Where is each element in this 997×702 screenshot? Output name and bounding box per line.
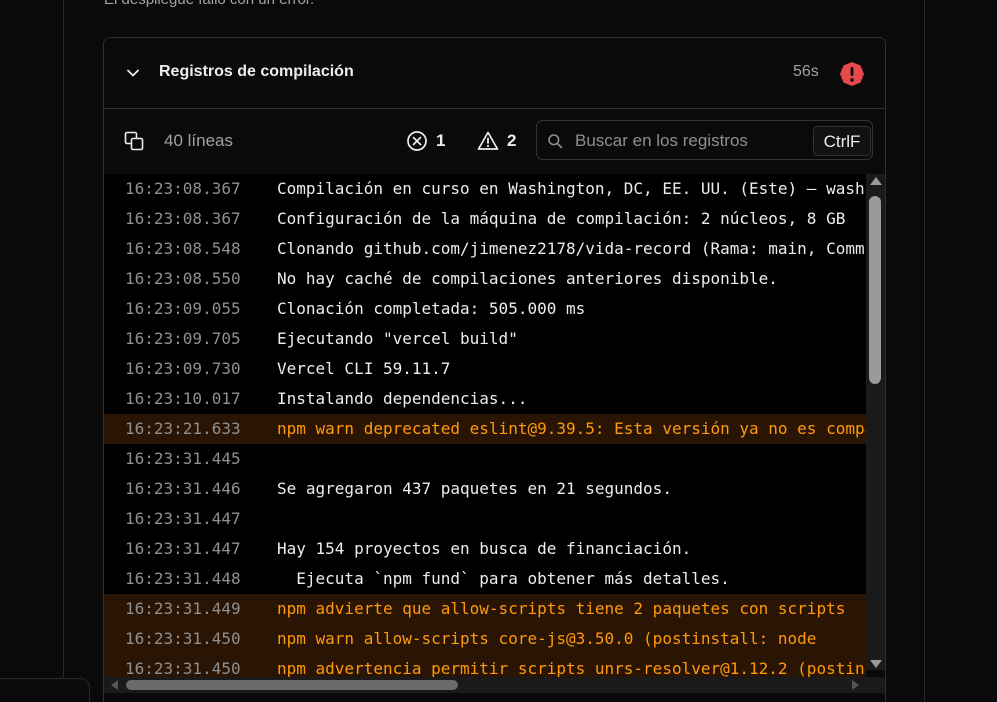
log-timestamp: 16:23:31.448	[125, 569, 241, 588]
scroll-up-arrow-icon[interactable]	[870, 177, 882, 185]
log-line: 16:23:09.730 Vercel CLI 59.11.7	[104, 354, 866, 384]
log-timestamp: 16:23:31.447	[125, 509, 241, 528]
log-line: 16:23:09.055 Clonación completada: 505.00…	[104, 294, 866, 324]
log-message: Vercel CLI 59.11.7	[277, 359, 451, 378]
log-timestamp: 16:23:08.550	[125, 269, 241, 288]
scroll-right-arrow-icon[interactable]	[852, 680, 859, 690]
log-timestamp: 16:23:09.730	[125, 359, 241, 378]
scroll-down-arrow-icon[interactable]	[870, 660, 882, 668]
log-line: 16:23:08.367 Compilación en curso en Wash…	[104, 174, 866, 204]
lines-count: 40 líneas	[164, 131, 233, 150]
log-lines-list: 16:23:08.367 Compilación en curso en Wash…	[104, 174, 866, 680]
errors-count: 1	[436, 131, 446, 150]
log-line: 16:23:08.548 Clonando github.com/jimenez2…	[104, 234, 866, 264]
error-badge-icon	[840, 62, 864, 86]
log-vertical-scrollbar[interactable]	[866, 174, 885, 670]
horizontal-scroll-thumb[interactable]	[126, 680, 458, 690]
log-line: 16:23:31.446 Se agregaron 437 paquetes en…	[104, 474, 866, 504]
log-timestamp: 16:23:09.055	[125, 299, 241, 318]
build-logs-card: Registros de compilación 56s 40 líneas 1	[103, 37, 886, 702]
build-logs-header[interactable]: Registros de compilación 56s	[104, 38, 885, 109]
log-search-box[interactable]: CtrlF	[536, 120, 873, 161]
chevron-down-icon[interactable]	[125, 65, 141, 81]
warnings-count: 2	[507, 131, 517, 150]
deployment-status-message: El despliegue falló con un error.	[104, 0, 314, 8]
log-message: No hay caché de compilaciones anteriores…	[277, 269, 778, 288]
log-timestamp: 16:23:09.705	[125, 329, 241, 348]
log-line: 16:23:31.450 npm warn allow-scripts core-…	[104, 624, 866, 654]
log-line: 16:23:31.447 Hay 154 proyectos en busca d…	[104, 534, 866, 564]
logs-toolbar: 40 líneas 1 2 Buscar en los registros Ct…	[104, 109, 885, 173]
copy-icon[interactable]	[124, 131, 144, 151]
log-message: Configuración de la máquina de compilaci…	[277, 209, 846, 228]
log-timestamp: 16:23:08.367	[125, 209, 241, 228]
log-timestamp: 16:23:08.548	[125, 239, 241, 258]
log-line: 16:23:08.550 No hay caché de compilacione…	[104, 264, 866, 294]
log-line: 16:23:09.705 Ejecutando "vercel build"	[104, 324, 866, 354]
log-message: Ejecuta `npm fund` para obtener más deta…	[277, 569, 730, 588]
log-line: 16:23:08.367 Configuración de la máquina …	[104, 204, 866, 234]
log-timestamp: 16:23:31.445	[125, 449, 241, 468]
build-logs-title: Registros de compilación	[159, 63, 354, 80]
bottom-left-panel	[0, 678, 90, 702]
log-message: Instalando dependencias...	[277, 389, 528, 408]
errors-filter-button[interactable]: 1	[406, 130, 445, 152]
log-line: 16:23:31.447	[104, 504, 866, 534]
log-timestamp: 16:23:10.017	[125, 389, 241, 408]
log-timestamp: 16:23:31.449	[125, 599, 241, 618]
log-message: npm warn deprecated eslint@9.39.5: Esta …	[277, 419, 866, 438]
log-timestamp: 16:23:31.446	[125, 479, 241, 498]
log-message: Clonando github.com/jimenez2178/vida-rec…	[277, 239, 866, 258]
log-viewer[interactable]: 16:23:08.367 Compilación en curso en Wash…	[104, 174, 866, 680]
deployment-page: El despliegue falló con un error. Regist…	[0, 0, 997, 702]
log-timestamp: 16:23:08.367	[125, 179, 241, 198]
warnings-filter-button[interactable]: 2	[477, 130, 516, 152]
log-line: 16:23:31.448 Ejecuta `npm fund` para obt…	[104, 564, 866, 594]
scroll-left-arrow-icon[interactable]	[111, 680, 118, 690]
log-message: Clonación completada: 505.000 ms	[277, 299, 586, 318]
warning-triangle-icon	[477, 131, 499, 150]
search-icon	[548, 134, 563, 149]
build-duration: 56s	[793, 63, 819, 80]
log-line: 16:23:31.449 npm advierte que allow-scrip…	[104, 594, 866, 624]
vertical-scroll-thumb[interactable]	[869, 196, 881, 384]
log-message: npm advierte que allow-scripts tiene 2 p…	[277, 599, 846, 618]
log-timestamp: 16:23:31.450	[125, 629, 241, 648]
search-shortcut-hint: CtrlF	[813, 126, 871, 156]
log-line: 16:23:21.633 npm warn deprecated eslint@9…	[104, 414, 866, 444]
log-timestamp: 16:23:31.447	[125, 539, 241, 558]
log-timestamp: 16:23:21.633	[125, 419, 241, 438]
log-message: Compilación en curso en Washington, DC, …	[277, 179, 866, 198]
log-message: Se agregaron 437 paquetes en 21 segundos…	[277, 479, 672, 498]
log-line: 16:23:31.445	[104, 444, 866, 474]
log-message: npm warn allow-scripts core-js@3.50.0 (p…	[277, 629, 817, 648]
log-horizontal-scrollbar[interactable]	[104, 677, 885, 693]
log-message: Hay 154 proyectos en busca de financiaci…	[277, 539, 692, 558]
log-message: Ejecutando "vercel build"	[277, 329, 518, 348]
log-line: 16:23:10.017 Instalando dependencias...	[104, 384, 866, 414]
error-circle-icon	[407, 131, 427, 151]
log-search-input[interactable]	[573, 121, 807, 161]
